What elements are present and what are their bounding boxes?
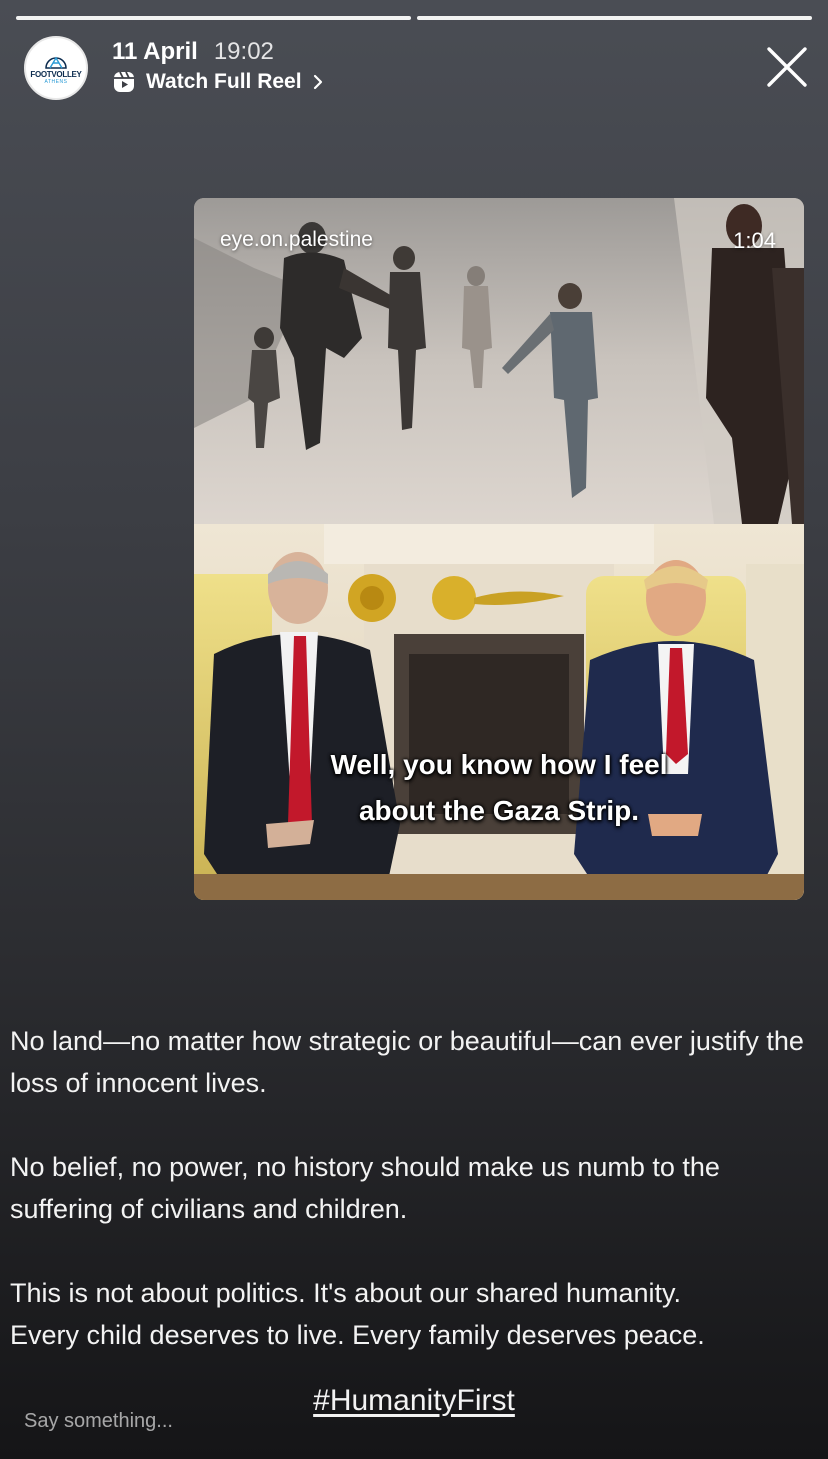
reply-input[interactable]: Say something...: [24, 1410, 173, 1433]
reel-duration: 1:04: [733, 228, 776, 253]
caption-paragraph: No belief, no power, no history should m…: [10, 1152, 720, 1224]
caption-line: Every child deserves to live. Every fami…: [10, 1320, 705, 1350]
avatar-brand: FOOTVOLLEY: [30, 69, 82, 79]
reel-author-handle: eye.on.palestine: [220, 228, 373, 251]
reel-icon: [114, 71, 134, 92]
video-frame-office: [194, 524, 804, 900]
footvolley-logo-icon: [45, 56, 67, 69]
avatar[interactable]: FOOTVOLLEY ATHENS: [24, 36, 88, 100]
story-progress-bar: [16, 16, 812, 20]
chevron-right-icon: [313, 74, 322, 90]
progress-segment: [417, 16, 812, 20]
close-icon[interactable]: [766, 46, 808, 88]
watch-full-reel-link[interactable]: Watch Full Reel: [112, 70, 324, 94]
story-date: 11 April: [112, 38, 198, 65]
caption-line: This is not about politics. It's about o…: [10, 1278, 682, 1308]
caption-paragraph: No land—no matter how strategic or beaut…: [10, 1026, 804, 1098]
video-subtitle: Well, you know how I feel about the Gaza…: [194, 742, 804, 834]
watch-full-reel-label: Watch Full Reel: [146, 70, 302, 93]
avatar-brand-sub: ATHENS: [44, 78, 68, 85]
office-scene-image: [194, 524, 804, 900]
story-time: 19:02: [213, 38, 274, 65]
subtitle-line: about the Gaza Strip.: [358, 795, 640, 826]
subtitle-line: Well, you know how I feel: [330, 749, 668, 780]
story-caption: No land—no matter how strategic or beaut…: [10, 1020, 822, 1398]
story-viewer: FOOTVOLLEY ATHENS 11 April 19:02 Watch F…: [0, 0, 828, 1459]
story-meta: 11 April 19:02 Watch Full Reel: [112, 38, 324, 94]
caption-paragraph: This is not about politics. It's about o…: [10, 1272, 822, 1356]
shared-reel-media[interactable]: eye.on.palestine 1:04 Well, you know how…: [194, 198, 804, 900]
progress-segment: [16, 16, 411, 20]
